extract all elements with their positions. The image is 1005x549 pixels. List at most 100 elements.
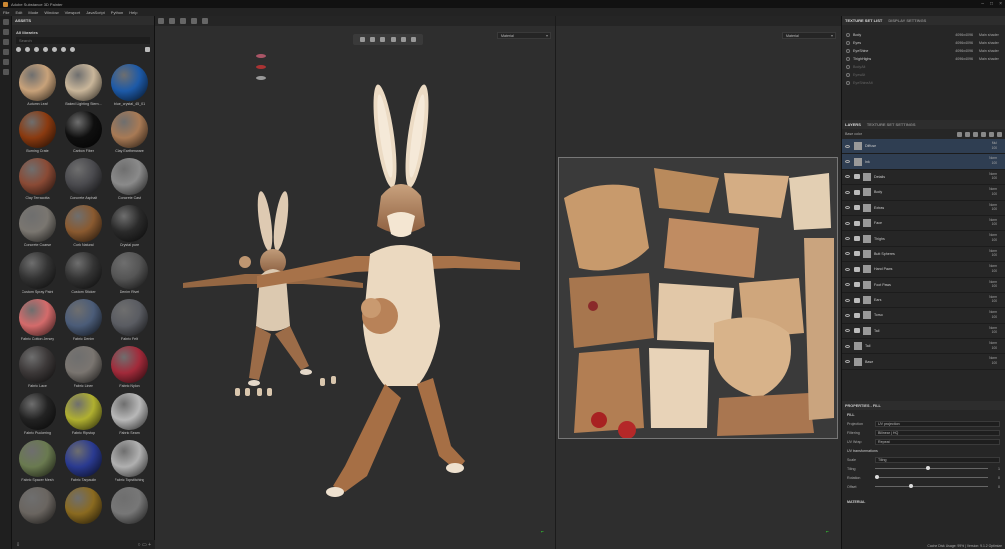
visibility-eye-icon[interactable]: [845, 175, 850, 179]
asset-item[interactable]: blue_crystal_45_01: [108, 64, 151, 108]
visibility-eye-icon[interactable]: [845, 206, 850, 210]
view-icon[interactable]: [158, 18, 164, 24]
texture-set-resolution[interactable]: 4096x4096: [955, 41, 973, 45]
filter-textures-icon[interactable]: [61, 47, 66, 52]
texture-set-shader[interactable]: Main shader: [979, 49, 1001, 53]
tiling-value[interactable]: 1: [998, 467, 1000, 471]
asset-item[interactable]: Cork Natural: [62, 205, 105, 249]
visibility-eye-icon[interactable]: [845, 160, 850, 164]
add-fill-layer-icon[interactable]: [981, 131, 986, 137]
offset-value[interactable]: 0: [998, 485, 1000, 489]
layer-blend[interactable]: Norm 100: [989, 233, 997, 242]
menu-item-viewport[interactable]: Viewport: [65, 10, 81, 15]
layer-blend[interactable]: Norm 100: [989, 156, 997, 165]
asset-item[interactable]: Concrete Asphalt: [62, 158, 105, 202]
asset-item[interactable]: Fabric Tarpaulin: [62, 440, 105, 484]
texture-set-row[interactable]: EyeShineAlt: [842, 79, 1005, 87]
layer-name[interactable]: Ears: [874, 298, 881, 302]
uv-transformations-header[interactable]: UV transformations: [842, 446, 1005, 455]
asset-item[interactable]: Autumn Leaf: [16, 64, 59, 108]
texture-set-radio[interactable]: [846, 65, 850, 69]
menu-item-python[interactable]: Python: [111, 10, 123, 15]
asset-item[interactable]: Denim Rivet: [108, 252, 151, 296]
visibility-eye-icon[interactable]: [845, 313, 850, 317]
texture-set-shader[interactable]: Main shader: [979, 33, 1001, 37]
menu-item-window[interactable]: Window: [44, 10, 58, 15]
texture-set-row[interactable]: Body 4096x4096 Main shader: [842, 31, 1005, 39]
texture-set-resolution[interactable]: 4096x4096: [955, 33, 973, 37]
layer-blend[interactable]: Norm 100: [989, 341, 997, 350]
scale-dropdown[interactable]: Tiling: [875, 456, 1000, 463]
texture-set-radio[interactable]: [846, 57, 850, 61]
asset-item[interactable]: Burning Crate: [16, 111, 59, 155]
visibility-eye-icon[interactable]: [845, 252, 850, 256]
asset-item[interactable]: Custom Spray Paint: [16, 252, 59, 296]
layer-name[interactable]: Body: [874, 190, 882, 194]
layer-row[interactable]: Base Norm 100: [842, 354, 1005, 370]
layer-row[interactable]: Butt Spheres Norm 100: [842, 247, 1005, 263]
menu-item-mode[interactable]: Mode: [28, 10, 38, 15]
texture-set-radio[interactable]: [846, 49, 850, 53]
zoom-slider-icon[interactable]: ○ ▭ +: [138, 542, 151, 548]
minimize-icon[interactable]: –: [981, 1, 984, 7]
asset-item[interactable]: Concrete Coarse: [16, 205, 59, 249]
layer-blend[interactable]: Norm 100: [989, 356, 997, 365]
texture-set-radio[interactable]: [846, 73, 850, 77]
eraser-tool-icon[interactable]: [3, 29, 9, 35]
visibility-eye-icon[interactable]: [845, 144, 850, 148]
layer-blend[interactable]: Norm 100: [989, 203, 997, 212]
asset-item[interactable]: Baked Lighting Stern...: [62, 64, 105, 108]
viewport-3d[interactable]: Material ▾ ⌐: [155, 16, 555, 549]
layer-row[interactable]: Diffuse Mul 100: [842, 139, 1005, 155]
asset-item[interactable]: Concrete Cast: [108, 158, 151, 202]
texture-set-row[interactable]: BodyAlt: [842, 63, 1005, 71]
tiling-slider[interactable]: [875, 466, 988, 470]
layer-blend[interactable]: Norm 100: [989, 295, 997, 304]
layer-blend[interactable]: Norm 100: [989, 280, 997, 289]
search-input[interactable]: Search: [16, 37, 150, 44]
filter-environments-icon[interactable]: [70, 47, 75, 52]
smudge-tool-icon[interactable]: [3, 59, 9, 65]
layer-blend[interactable]: Norm 100: [989, 249, 997, 258]
filter-all-icon[interactable]: [16, 47, 21, 52]
add-folder-icon[interactable]: [989, 131, 994, 137]
rotation-value[interactable]: 0: [998, 476, 1000, 480]
layer-name[interactable]: Details: [874, 175, 885, 179]
asset-item[interactable]: [108, 487, 151, 531]
asset-item[interactable]: [16, 487, 59, 531]
delete-layer-icon[interactable]: [997, 131, 1002, 137]
picker-tool-icon[interactable]: [3, 69, 9, 75]
tab-texture-set-settings[interactable]: TEXTURE SET SETTINGS: [867, 122, 916, 127]
layer-row[interactable]: Ink Norm 100: [842, 154, 1005, 170]
material-section-title[interactable]: MATERIAL: [842, 497, 1005, 506]
texture-set-row[interactable]: EyesAlt: [842, 71, 1005, 79]
asset-item[interactable]: Fabric Linen: [62, 346, 105, 390]
layer-name[interactable]: Base: [865, 360, 873, 364]
light-icon[interactable]: [191, 18, 197, 24]
texture-set-radio[interactable]: [846, 81, 850, 85]
layer-row[interactable]: Foot Paws Norm 100: [842, 278, 1005, 293]
layer-name[interactable]: Tail: [865, 344, 870, 348]
asset-item[interactable]: Clay Terracotta: [16, 158, 59, 202]
layer-row[interactable]: Body Norm 100: [842, 185, 1005, 201]
layer-name[interactable]: Foot Paws: [874, 283, 891, 287]
rotation-slider[interactable]: [875, 475, 988, 479]
visibility-eye-icon[interactable]: [845, 344, 850, 348]
layer-blend[interactable]: Norm 100: [989, 310, 997, 319]
tab-display-settings[interactable]: DISPLAY SETTINGS: [888, 18, 926, 23]
visibility-eye-icon[interactable]: [845, 267, 850, 271]
filter-brushes-icon[interactable]: [43, 47, 48, 52]
asset-item[interactable]: Fabric Puckering: [16, 393, 59, 437]
layer-name[interactable]: Torso: [874, 313, 883, 317]
asset-item[interactable]: Crystal pure: [108, 205, 151, 249]
asset-item[interactable]: Fabric Seam: [108, 393, 151, 437]
layer-row[interactable]: Face Norm 100: [842, 216, 1005, 232]
close-icon[interactable]: ×: [999, 1, 1002, 7]
layer-row[interactable]: Ears Norm 100: [842, 293, 1005, 309]
asset-item[interactable]: Fabric Felt: [108, 299, 151, 343]
paint-tool-icon[interactable]: [3, 19, 9, 25]
asset-item[interactable]: [62, 487, 105, 531]
layer-row[interactable]: Thighs Norm 100: [842, 231, 1005, 247]
maximize-icon[interactable]: □: [990, 1, 993, 7]
tab-texture-set-list[interactable]: TEXTURE SET LIST: [845, 18, 882, 23]
